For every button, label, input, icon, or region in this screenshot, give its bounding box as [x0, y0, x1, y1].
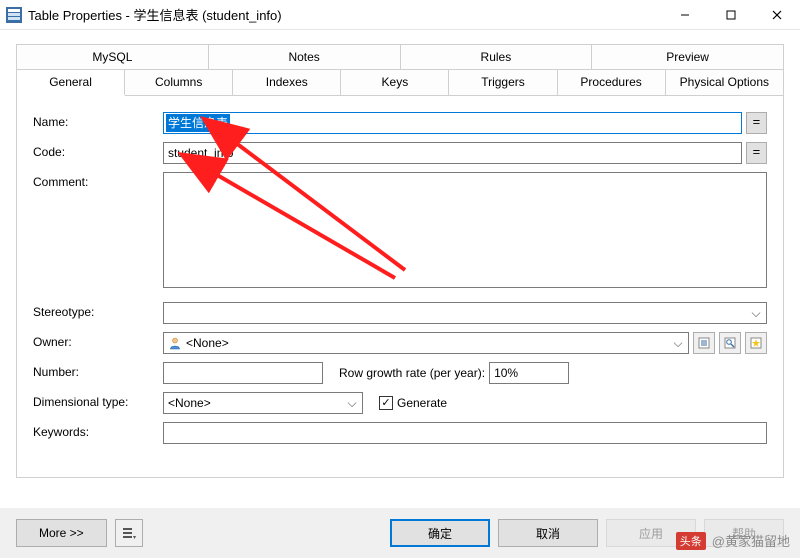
watermark-badge: 头条: [676, 532, 706, 550]
number-label: Number:: [33, 362, 163, 379]
dimensional-value: <None>: [168, 396, 344, 410]
tab-triggers[interactable]: Triggers: [449, 70, 557, 95]
tab-notes[interactable]: Notes: [209, 45, 401, 69]
code-field[interactable]: [163, 142, 742, 164]
owner-browse-button[interactable]: [719, 332, 741, 354]
name-field[interactable]: 学生信息表: [163, 112, 742, 134]
generate-checkbox[interactable]: ✓: [379, 396, 393, 410]
comment-field[interactable]: [163, 172, 767, 288]
owner-combo[interactable]: <None> ⌵: [163, 332, 689, 354]
generate-label: Generate: [397, 396, 447, 410]
owner-label: Owner:: [33, 332, 163, 349]
window-title: Table Properties - 学生信息表 (student_info): [28, 5, 282, 24]
code-label: Code:: [33, 142, 163, 159]
number-field[interactable]: [163, 362, 323, 384]
watermark: 头条 @黄家猫留地: [676, 531, 790, 550]
chevron-down-icon: ⌵: [344, 396, 360, 411]
general-pane: Name: 学生信息表 = Code: = Comment: Stereotyp…: [16, 96, 784, 478]
app-icon: [6, 7, 22, 23]
chevron-down-icon: ⌵: [748, 306, 764, 321]
tab-rules[interactable]: Rules: [401, 45, 593, 69]
tab-columns[interactable]: Columns: [125, 70, 233, 95]
name-label: Name:: [33, 112, 163, 129]
watermark-text: @黄家猫留地: [712, 531, 790, 550]
tab-procedures[interactable]: Procedures: [558, 70, 666, 95]
tab-mysql[interactable]: MySQL: [17, 45, 209, 69]
tab-physical-options[interactable]: Physical Options: [666, 70, 783, 95]
tab-general[interactable]: General: [17, 70, 125, 96]
more-button[interactable]: More >>: [16, 519, 107, 547]
name-equals-button[interactable]: =: [746, 112, 767, 134]
keywords-label: Keywords:: [33, 422, 163, 439]
owner-new-button[interactable]: [745, 332, 767, 354]
keywords-field[interactable]: [163, 422, 767, 444]
owner-value: <None>: [186, 336, 670, 350]
dropdown-menu-button[interactable]: [115, 519, 143, 547]
tab-preview[interactable]: Preview: [592, 45, 783, 69]
stereotype-label: Stereotype:: [33, 302, 163, 319]
chevron-down-icon: ⌵: [670, 336, 686, 351]
close-button[interactable]: [754, 0, 800, 30]
comment-label: Comment:: [33, 172, 163, 189]
tab-indexes[interactable]: Indexes: [233, 70, 341, 95]
maximize-button[interactable]: [708, 0, 754, 30]
name-field-value: 学生信息表: [166, 114, 230, 132]
row-growth-label: Row growth rate (per year):: [339, 366, 485, 380]
ok-button[interactable]: 确定: [390, 519, 490, 547]
row-growth-field[interactable]: [489, 362, 569, 384]
cancel-button[interactable]: 取消: [498, 519, 598, 547]
dimensional-combo[interactable]: <None> ⌵: [163, 392, 363, 414]
stereotype-combo[interactable]: ⌵: [163, 302, 767, 324]
tab-keys[interactable]: Keys: [341, 70, 449, 95]
minimize-button[interactable]: [662, 0, 708, 30]
owner-properties-button[interactable]: [693, 332, 715, 354]
user-icon: [168, 336, 182, 350]
code-equals-button[interactable]: =: [746, 142, 767, 164]
dimensional-label: Dimensional type:: [33, 392, 163, 409]
